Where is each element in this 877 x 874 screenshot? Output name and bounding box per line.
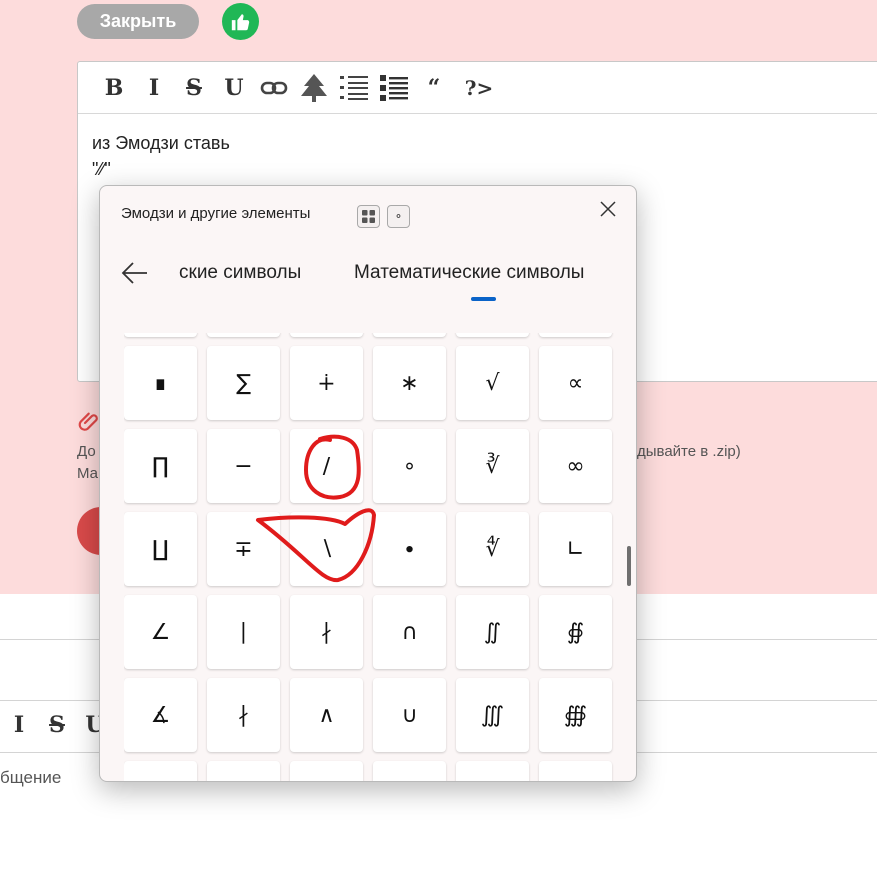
symbol-cell[interactable]: ∤ xyxy=(290,595,363,669)
symbol-cell[interactable]: ∣ xyxy=(207,595,280,669)
symbol-cell[interactable]: ∙ xyxy=(373,512,446,586)
symbol-cell[interactable] xyxy=(539,761,612,781)
close-button[interactable]: Закрыть xyxy=(77,4,199,39)
numbered-list-button[interactable] xyxy=(334,68,374,108)
symbol-cell[interactable]: ∓ xyxy=(207,512,280,586)
symbol-cell[interactable]: ∔ xyxy=(290,346,363,420)
symbol-cell[interactable]: ∠ xyxy=(124,595,197,669)
upload-hint-right: дывайте в .zip) xyxy=(637,443,741,460)
symbol-cell[interactable]: ∜ xyxy=(456,512,529,586)
close-icon xyxy=(600,201,616,217)
screen: Закрыть B I S U “ ?> из Эмодзи ставь "⁄⁄… xyxy=(0,0,877,874)
symbol-cell[interactable]: ∟ xyxy=(539,512,612,586)
underline-button[interactable]: U xyxy=(214,68,254,108)
symbol-cell[interactable] xyxy=(124,333,197,337)
symbol-cell[interactable]: ∡ xyxy=(124,678,197,752)
editor-line: из Эмодзи ставь xyxy=(92,133,230,153)
symbol-cell[interactable] xyxy=(124,761,197,781)
symbol-cell[interactable]: ∰ xyxy=(539,678,612,752)
scrollbar-thumb[interactable] xyxy=(627,546,631,586)
emoji-panel: Эмодзи и другие элементы ⚬ ские символы … xyxy=(99,185,637,782)
symbol-cell[interactable] xyxy=(373,761,446,781)
symbol-cell[interactable] xyxy=(207,761,280,781)
symbol-cell[interactable]: ∏ xyxy=(124,429,197,503)
like-button[interactable] xyxy=(222,3,259,40)
spoiler-button[interactable] xyxy=(294,68,334,108)
keyboard-toggle-button[interactable]: ⚬ xyxy=(387,205,410,228)
active-tab-indicator xyxy=(471,297,496,301)
tree-icon xyxy=(301,73,327,102)
editor-toolbar: B I S U “ ?> xyxy=(78,62,877,114)
symbol-cell[interactable]: ∎ xyxy=(124,346,197,420)
symbol-cell[interactable] xyxy=(456,761,529,781)
symbol-cell[interactable]: ∧ xyxy=(290,678,363,752)
editor-content[interactable]: из Эмодзи ставь "⁄⁄" xyxy=(92,130,230,182)
quote-button[interactable]: “ xyxy=(414,68,454,108)
symbol-cell[interactable]: − xyxy=(207,429,280,503)
panel-title: Эмодзи и другие элементы xyxy=(121,205,311,222)
italic-button-2[interactable]: I xyxy=(0,712,38,738)
symbol-cell[interactable]: ∤ xyxy=(207,678,280,752)
tab-math-symbols[interactable]: Математические символы xyxy=(354,262,584,284)
symbol-cell[interactable]: ∯ xyxy=(539,595,612,669)
upload-hint-left: До xyxy=(77,443,96,460)
symbol-cell[interactable]: ∕ xyxy=(290,429,363,503)
symbol-cell[interactable] xyxy=(290,333,363,337)
numbered-list-icon xyxy=(340,75,368,100)
symbol-cell[interactable] xyxy=(456,333,529,337)
strikethrough-button-2[interactable]: S xyxy=(38,712,76,738)
symbol-cell[interactable] xyxy=(373,333,446,337)
upload-hint-second: Ма xyxy=(77,465,99,482)
reply-placeholder: бщение xyxy=(0,768,62,787)
bullet-list-button[interactable] xyxy=(374,68,414,108)
symbol-cell[interactable]: ∑ xyxy=(207,346,280,420)
symbol-cell[interactable] xyxy=(207,333,280,337)
symbol-grid: ∎ ∑ ∔ ∗ √ ∝ ∏ − ∕ ∘ ∛ ∞ ∐ ∓ ∖ ∙ ∜ ∟ ∠ ∣ ∤ ∩ ∬ ∯ ∡ ∤ ∧ ∪ ∭ ∰ xyxy=(124,333,614,781)
back-button[interactable] xyxy=(120,258,150,288)
symbol-cell[interactable]: ∞ xyxy=(539,429,612,503)
symbol-cell[interactable]: ∖ xyxy=(290,512,363,586)
tab-previous-category[interactable]: ские символы xyxy=(179,262,301,284)
italic-button[interactable]: I xyxy=(134,68,174,108)
symbol-cell[interactable]: √ xyxy=(456,346,529,420)
symbol-cell[interactable]: ∝ xyxy=(539,346,612,420)
symbol-cell[interactable]: ∛ xyxy=(456,429,529,503)
arrow-left-icon xyxy=(121,262,147,284)
symbol-cell[interactable]: ∬ xyxy=(456,595,529,669)
symbol-cell[interactable] xyxy=(290,761,363,781)
thumbs-up-icon xyxy=(231,13,249,30)
symbol-cell[interactable] xyxy=(539,333,612,337)
bold-button[interactable]: B xyxy=(94,68,134,108)
link-icon xyxy=(260,81,288,94)
editor-line: "⁄⁄" xyxy=(92,159,111,179)
strikethrough-button[interactable]: S xyxy=(174,68,214,108)
symbol-cell[interactable]: ∐ xyxy=(124,512,197,586)
symbol-cell[interactable]: ∗ xyxy=(373,346,446,420)
bullet-list-icon xyxy=(380,74,408,101)
reply-toolbar: I S U xyxy=(0,712,114,738)
layout-toggle-button[interactable] xyxy=(357,205,380,228)
panel-close-button[interactable] xyxy=(597,198,619,220)
symbol-cell[interactable]: ∪ xyxy=(373,678,446,752)
grid-icon xyxy=(362,210,375,223)
symbol-cell[interactable]: ∘ xyxy=(373,429,446,503)
code-button[interactable]: ?> xyxy=(454,68,504,108)
symbol-cell[interactable]: ∭ xyxy=(456,678,529,752)
link-button[interactable] xyxy=(254,68,294,108)
symbol-cell[interactable]: ∩ xyxy=(373,595,446,669)
